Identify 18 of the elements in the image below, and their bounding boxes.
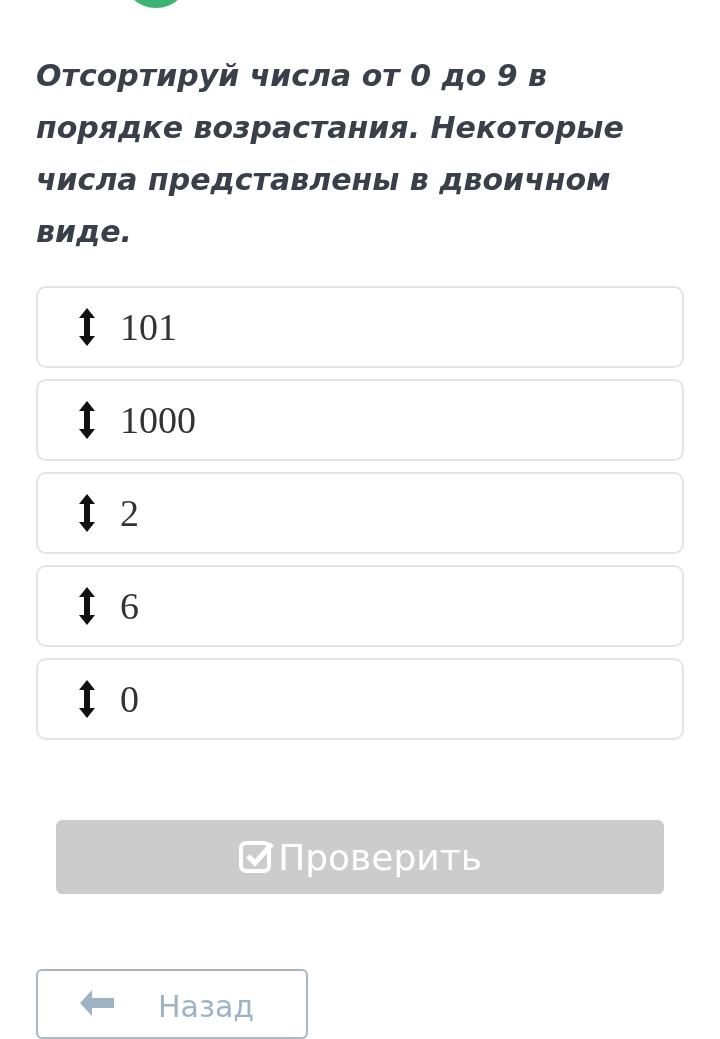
up-down-arrow-icon (78, 307, 96, 347)
up-down-arrow-icon (78, 400, 96, 440)
item-label: 2 (120, 491, 139, 535)
sortable-item[interactable]: 2 (36, 472, 684, 554)
sortable-item[interactable]: 101 (36, 286, 684, 368)
sortable-item[interactable]: 0 (36, 658, 684, 740)
up-down-arrow-icon (78, 493, 96, 533)
up-down-arrow-icon (78, 679, 96, 719)
left-arrow-icon (78, 989, 116, 1017)
item-label: 1000 (120, 398, 196, 442)
item-label: 0 (120, 677, 139, 721)
item-label: 6 (120, 584, 139, 628)
up-down-arrow-icon (78, 586, 96, 626)
sortable-item[interactable]: 1000 (36, 379, 684, 461)
question-text: Отсортируй числа от 0 до 9 в порядке возрастания. Некоторые числа представлены в двоичном виде. (36, 57, 625, 251)
item-label: 101 (120, 305, 177, 349)
sortable-item[interactable]: 6 (36, 565, 684, 647)
checkbox-icon (238, 839, 275, 875)
